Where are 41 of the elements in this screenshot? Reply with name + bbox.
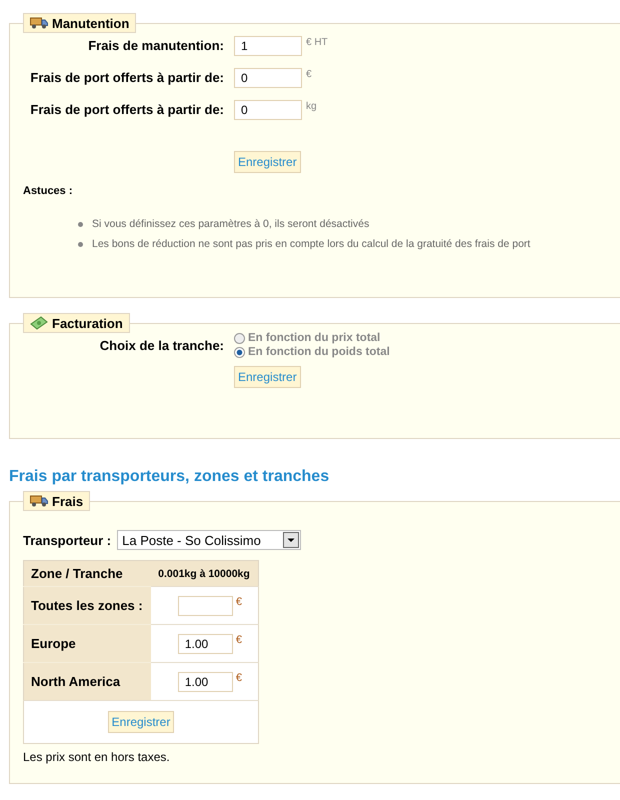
input-field[interactable]: 0: [234, 100, 302, 120]
column-header: 0.001kg à 10000kg: [151, 560, 258, 586]
tip-text: Si vous définissez ces paramètres à 0, ils seront désactivés: [92, 218, 370, 230]
option-label[interactable]: En fonction du poids total: [248, 346, 390, 358]
note-text: Les prix sont en hors taxes.: [23, 750, 171, 764]
unit-label: kg: [306, 100, 317, 113]
field-label: Frais de port offerts à partir de:: [29, 69, 225, 87]
field-label: Choix de la tranche:: [98, 337, 225, 355]
option-label[interactable]: En fonction du prix total: [248, 332, 380, 344]
legend-title: Manutention: [52, 16, 130, 30]
unit-label: € HT: [306, 36, 328, 49]
truck-icon: [30, 17, 48, 29]
column-header: Zone / Tranche: [24, 560, 152, 586]
price-field[interactable]: 1.00: [178, 634, 233, 654]
unit-label: €: [236, 634, 242, 646]
tip-text: Les bons de réduction ne sont pas pris en compte lors du calcul de la gratuité des frais de port: [92, 238, 530, 250]
section-heading: Frais par transporteurs, zones et tranches: [9, 467, 330, 487]
legend-title: Facturation: [52, 316, 123, 330]
caret-icon[interactable]: [283, 532, 300, 548]
legend-title: Frais: [52, 494, 84, 508]
radio-button[interactable]: [234, 346, 245, 358]
field-label: Transporteur :: [23, 532, 112, 548]
price-field[interactable]: 1.00: [178, 672, 233, 692]
unit-label: €: [306, 68, 312, 81]
unit-label: €: [236, 672, 242, 684]
truck-icon: [30, 495, 48, 507]
banknote-icon: [30, 316, 48, 330]
bullet-icon: [78, 222, 83, 226]
zone-cell: North America: [24, 662, 152, 700]
zone-cell: Toutes les zones :: [24, 586, 152, 624]
tips-heading: Astuces :: [23, 185, 74, 197]
unit-label: €: [236, 596, 242, 608]
bullet-icon: [78, 242, 83, 246]
input-field[interactable]: 1: [234, 36, 302, 56]
radio-button[interactable]: [234, 332, 245, 344]
field-label: Frais de port offerts à partir de:: [29, 101, 225, 119]
field-label: Frais de manutention:: [87, 37, 225, 55]
zone-cell: Europe: [24, 624, 152, 662]
price-field[interactable]: [178, 596, 233, 616]
carrier-dropdown[interactable]: La Poste - So Colissimo: [117, 530, 302, 550]
input-field[interactable]: 0: [234, 68, 302, 88]
